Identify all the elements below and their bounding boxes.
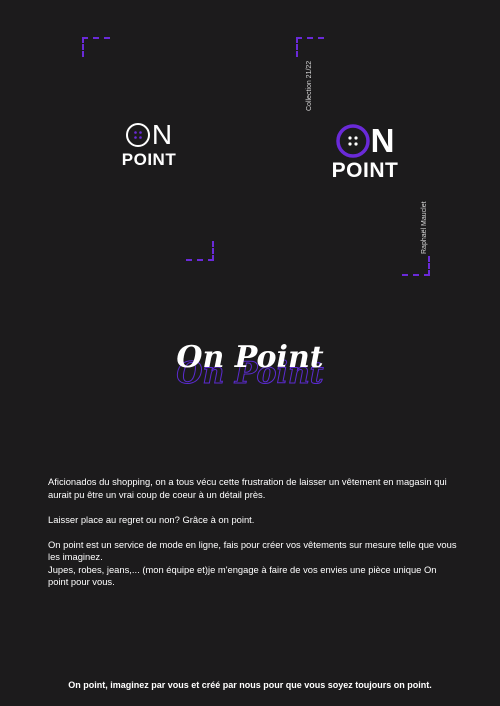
button-icon bbox=[125, 123, 150, 147]
corner-bracket-bottom-right-2 bbox=[402, 256, 430, 276]
logo-small-point: POINT bbox=[121, 150, 177, 169]
logo-small: N POINT bbox=[114, 120, 184, 170]
logo-large-on: N bbox=[325, 123, 405, 159]
paragraph-3b: Jupes, robes, jeans,... (mon équipe et)j… bbox=[48, 563, 437, 588]
paragraph-1: Aficionados du shopping, on a tous vécu … bbox=[48, 476, 447, 500]
paragraph-2: Laisser place au regret ou non? Grâce à … bbox=[48, 513, 255, 525]
body-text: Aficionados du shopping, on a tous vécu … bbox=[48, 476, 458, 589]
corner-bracket-top-left-2 bbox=[296, 37, 324, 57]
logo-large-point: POINT bbox=[331, 159, 399, 182]
paragraph-3a: On point est un service de mode en ligne… bbox=[48, 538, 457, 563]
corner-bracket-bottom-right bbox=[186, 241, 214, 261]
logo-large: N POINT bbox=[325, 123, 405, 183]
footer-tagline: On point, imaginez par vous et créé par … bbox=[68, 680, 432, 690]
collection-label: Collection 21/22 bbox=[306, 60, 313, 111]
logo-large-n: N bbox=[370, 122, 395, 159]
title-block: On Point On Point bbox=[0, 340, 500, 410]
author-label: Raphaël Mauclet bbox=[421, 201, 428, 254]
corner-bracket-top-left bbox=[82, 37, 110, 57]
button-icon bbox=[335, 124, 370, 158]
logo-small-n: N bbox=[151, 119, 174, 150]
logo-small-on: N bbox=[114, 120, 184, 150]
page-title: On Point bbox=[176, 340, 324, 375]
